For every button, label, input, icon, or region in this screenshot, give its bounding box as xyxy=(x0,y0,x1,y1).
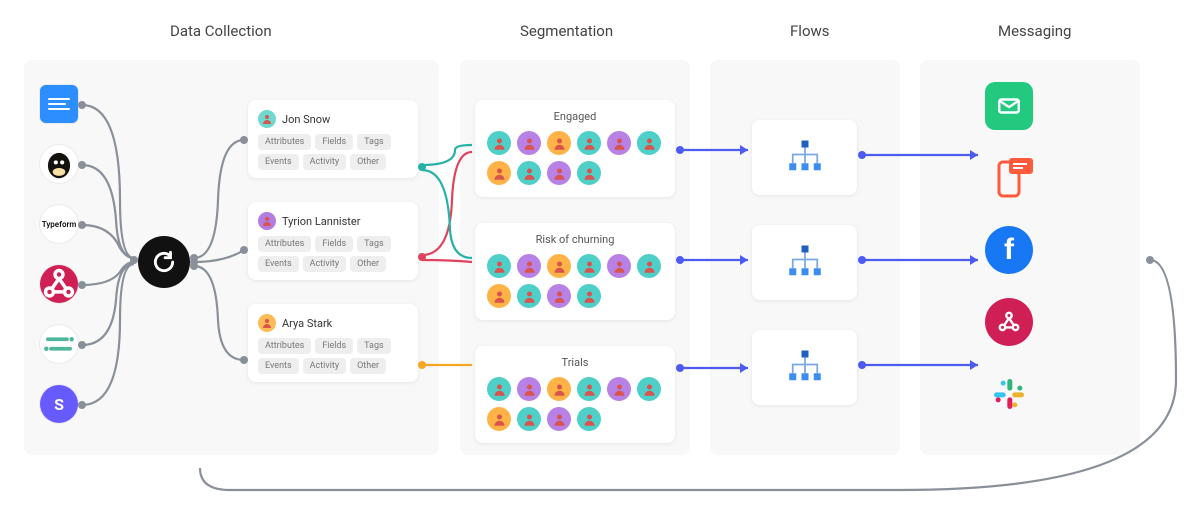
segment-avatar-icon xyxy=(577,131,601,155)
chip: Events xyxy=(258,154,299,170)
segment-avatar-icon xyxy=(577,254,601,278)
segment-avatar-icon xyxy=(487,161,511,185)
segment-avatar-icon xyxy=(637,254,661,278)
chip: Other xyxy=(350,154,386,170)
segment-title: Trials xyxy=(487,356,663,369)
segment-card: Risk of churning xyxy=(475,223,675,320)
segment-avatar-icon xyxy=(517,284,541,308)
segment-avatar-icon xyxy=(547,377,571,401)
segment-avatar-icon xyxy=(607,377,631,401)
chip: Other xyxy=(350,358,386,374)
segment-avatar-icon xyxy=(637,131,661,155)
messaging-channels: f xyxy=(985,82,1033,442)
chip: Activity xyxy=(303,358,346,374)
segment-avatar-icon xyxy=(487,131,511,155)
segment-avatar-icon xyxy=(517,131,541,155)
avatar-icon xyxy=(258,110,276,128)
segment-avatars xyxy=(487,377,663,431)
segment-avatar-icon xyxy=(517,254,541,278)
segment-avatar-icon xyxy=(547,254,571,278)
source-document-icon xyxy=(40,85,78,123)
stage-title-msg: Messaging xyxy=(998,22,1071,40)
profile-chips: Attributes Fields Tags Events Activity O… xyxy=(258,236,408,272)
segment-avatar-icon xyxy=(487,254,511,278)
channel-webhook-icon xyxy=(985,298,1033,346)
segment-avatars xyxy=(487,254,663,308)
segment-avatar-icon xyxy=(547,284,571,308)
channel-slack-icon xyxy=(985,370,1033,418)
profile-card: Tyrion Lannister Attributes Fields Tags … xyxy=(248,202,418,280)
chip: Events xyxy=(258,256,299,272)
flow-card xyxy=(752,120,857,195)
chip: Activity xyxy=(303,256,346,272)
profile-name: Arya Stark xyxy=(282,317,332,330)
segment-avatar-icon xyxy=(517,161,541,185)
chip: Other xyxy=(350,256,386,272)
chip: Tags xyxy=(357,236,390,252)
sources-column: Typeform S xyxy=(40,85,78,445)
stage-title-flows: Flows xyxy=(790,22,830,40)
profile-card: Arya Stark Attributes Fields Tags Events… xyxy=(248,304,418,382)
segment-avatar-icon xyxy=(577,377,601,401)
chip: Tags xyxy=(357,338,390,354)
chip: Fields xyxy=(315,236,353,252)
flow-card xyxy=(752,330,857,405)
profile-name: Jon Snow xyxy=(282,113,330,126)
flowchart-icon xyxy=(784,137,826,179)
profile-card: Jon Snow Attributes Fields Tags Events A… xyxy=(248,100,418,178)
profile-name: Tyrion Lannister xyxy=(282,215,360,228)
flowchart-icon xyxy=(784,347,826,389)
channel-facebook-icon: f xyxy=(985,226,1033,274)
segment-avatar-icon xyxy=(547,131,571,155)
profile-cards: Jon Snow Attributes Fields Tags Events A… xyxy=(248,100,418,406)
profile-chips: Attributes Fields Tags Events Activity O… xyxy=(258,134,408,170)
stage-title-seg: Segmentation xyxy=(520,22,613,40)
chip: Attributes xyxy=(258,338,311,354)
segment-avatar-icon xyxy=(547,161,571,185)
segment-avatar-icon xyxy=(517,407,541,431)
segment-avatar-icon xyxy=(547,407,571,431)
segment-card: Trials xyxy=(475,346,675,443)
flow-card xyxy=(752,225,857,300)
segment-avatar-icon xyxy=(607,131,631,155)
chip: Attributes xyxy=(258,236,311,252)
profile-chips: Attributes Fields Tags Events Activity O… xyxy=(258,338,408,374)
chip: Activity xyxy=(303,154,346,170)
channel-sms-icon xyxy=(985,154,1033,202)
segment-avatar-icon xyxy=(517,377,541,401)
segment-avatar-icon xyxy=(607,254,631,278)
flowchart-icon xyxy=(784,242,826,284)
hub-icon xyxy=(138,236,190,288)
source-segment-icon xyxy=(40,325,78,363)
segment-avatar-icon xyxy=(637,377,661,401)
avatar-icon xyxy=(258,314,276,332)
segment-card: Engaged xyxy=(475,100,675,197)
chip: Fields xyxy=(315,134,353,150)
segment-avatar-icon xyxy=(577,284,601,308)
stage-title-data: Data Collection xyxy=(170,22,272,40)
chip: Fields xyxy=(315,338,353,354)
segment-avatars xyxy=(487,131,663,185)
chip: Events xyxy=(258,358,299,374)
avatar-icon xyxy=(258,212,276,230)
source-stripe-icon: S xyxy=(40,385,78,423)
source-mailchimp-icon xyxy=(40,145,78,183)
segment-avatar-icon xyxy=(487,377,511,401)
channel-email-icon xyxy=(985,82,1033,130)
segment-title: Engaged xyxy=(487,110,663,123)
segment-avatar-icon xyxy=(577,407,601,431)
segment-avatar-icon xyxy=(577,161,601,185)
source-typeform-icon: Typeform xyxy=(40,205,78,243)
chip: Attributes xyxy=(258,134,311,150)
segment-title: Risk of churning xyxy=(487,233,663,246)
source-webhook-icon xyxy=(40,265,78,303)
segment-avatar-icon xyxy=(487,284,511,308)
flow-cards xyxy=(752,120,857,435)
segment-cards: Engaged Risk of churning Trials xyxy=(475,100,675,469)
chip: Tags xyxy=(357,134,390,150)
segment-avatar-icon xyxy=(487,407,511,431)
